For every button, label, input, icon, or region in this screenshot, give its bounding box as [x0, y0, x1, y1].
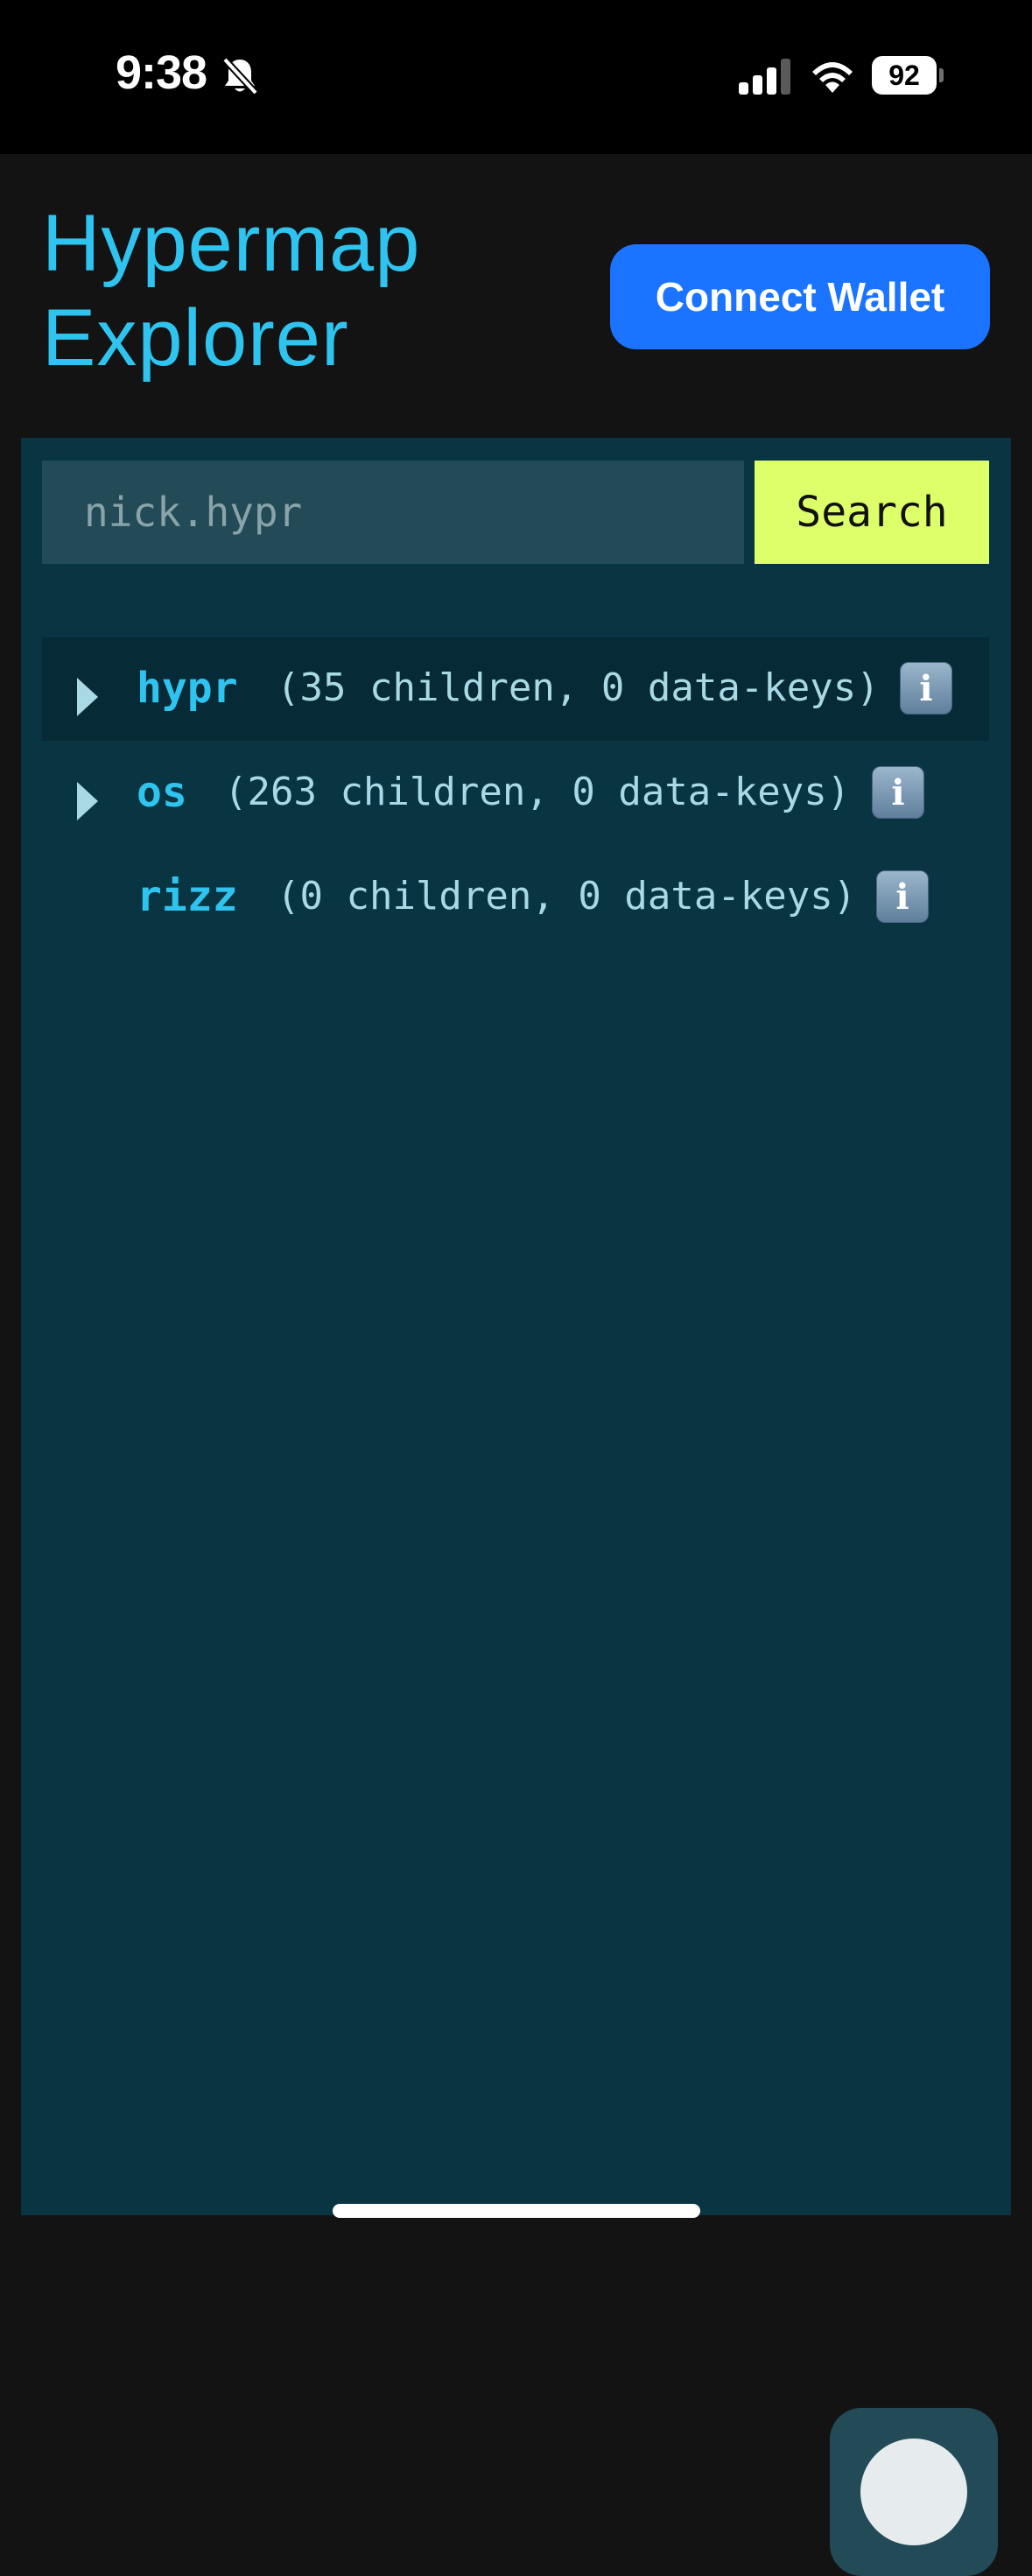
battery-icon: 92 — [872, 56, 944, 95]
node-name[interactable]: rizz — [137, 872, 238, 921]
node-meta: (263 children, 0 data-keys) — [224, 770, 851, 814]
home-indicator[interactable] — [333, 2204, 700, 2218]
node-name[interactable]: hypr — [137, 664, 238, 713]
app-title: Hypermap Explorer — [42, 199, 421, 383]
floating-action-button[interactable] — [830, 2408, 998, 2576]
info-icon[interactable]: i — [876, 870, 929, 923]
fab-circle-icon[interactable] — [860, 2439, 967, 2545]
status-bar: 9:38 92 — [0, 0, 1032, 154]
tree-item-hypr[interactable]: hypr (35 children, 0 data-keys) i — [42, 637, 989, 741]
main-panel: Search hypr (35 children, 0 data-keys) i… — [21, 438, 1011, 2576]
info-icon[interactable]: i — [872, 766, 924, 819]
battery-level: 92 — [888, 59, 920, 91]
tree-item-os[interactable]: os (263 children, 0 data-keys) i — [42, 742, 989, 845]
app-header: Hypermap Explorer Connect Wallet — [0, 154, 1032, 438]
battery-tip — [939, 68, 944, 82]
connect-wallet-button[interactable]: Connect Wallet — [610, 244, 990, 349]
search-input[interactable] — [42, 461, 744, 564]
cellular-signal-icon — [739, 59, 790, 95]
node-meta: (35 children, 0 data-keys) — [277, 665, 880, 710]
wifi-icon — [812, 62, 853, 93]
battery-body: 92 — [872, 56, 937, 95]
status-time: 9:38 — [116, 46, 207, 99]
search-button[interactable]: Search — [755, 461, 989, 564]
node-meta: (0 children, 0 data-keys) — [277, 874, 857, 918]
info-icon[interactable]: i — [900, 662, 952, 714]
bell-slash-icon — [222, 57, 258, 95]
node-name[interactable]: os — [137, 768, 187, 817]
tree-item-rizz[interactable]: rizz (0 children, 0 data-keys) i — [42, 846, 989, 949]
caret-right-icon[interactable] — [75, 780, 100, 822]
caret-right-icon[interactable] — [75, 676, 100, 718]
